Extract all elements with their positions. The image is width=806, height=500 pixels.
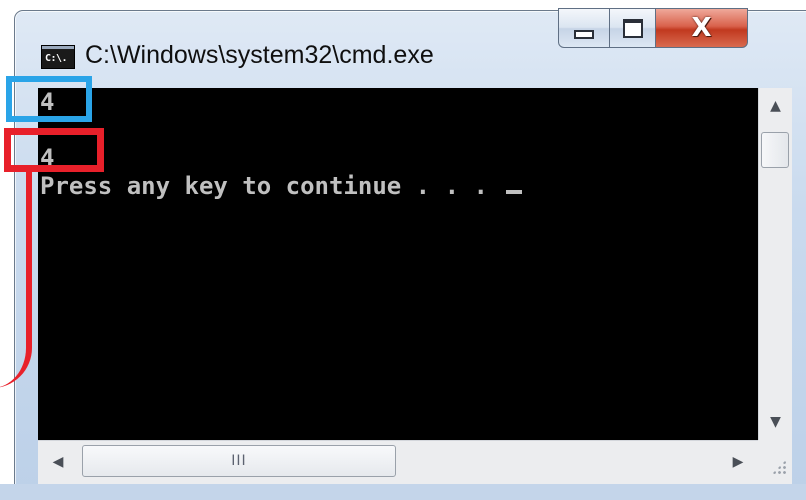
vertical-scroll-thumb[interactable] [761,132,789,168]
console-app-icon[interactable]: C:\. [41,45,75,69]
minimize-icon [574,29,594,39]
window-title: C:\Windows\system32\cmd.exe [85,41,434,69]
text-cursor [506,190,523,194]
window-bottom-frame [0,484,806,500]
press-any-key-text: Press any key to continue . . . [40,172,503,200]
horizontal-scrollbar[interactable]: ◀ III ▶ [38,440,758,484]
red-highlight-box [4,128,104,172]
close-button[interactable]: X [656,8,748,48]
blue-highlight-box [6,76,92,122]
maximize-icon [622,18,643,38]
scroll-up-arrow-icon[interactable]: ▲ [759,88,792,124]
maximize-button[interactable] [610,8,656,48]
scroll-grip-icon: III [231,453,247,469]
caption-buttons: X [558,8,748,50]
screenshot-stage: C:\. C:\Windows\system32\cmd.exe X 4 4 P… [0,0,806,500]
scroll-right-arrow-icon[interactable]: ▶ [718,441,758,483]
horizontal-scroll-thumb[interactable]: III [82,445,396,477]
vertical-scrollbar[interactable]: ▲ ▼ [758,88,792,440]
resize-grip-icon[interactable] [758,440,792,484]
scroll-left-arrow-icon[interactable]: ◀ [38,441,78,483]
console-output-area[interactable]: 4 4 Press any key to continue . . . [38,88,758,440]
scroll-down-arrow-icon[interactable]: ▼ [759,404,792,440]
red-highlight-arrow [0,168,32,388]
console-line-3: Press any key to continue . . . [40,172,523,200]
app-icon-label: C:\. [45,53,68,64]
minimize-button[interactable] [558,8,610,48]
close-icon: X [691,13,712,43]
